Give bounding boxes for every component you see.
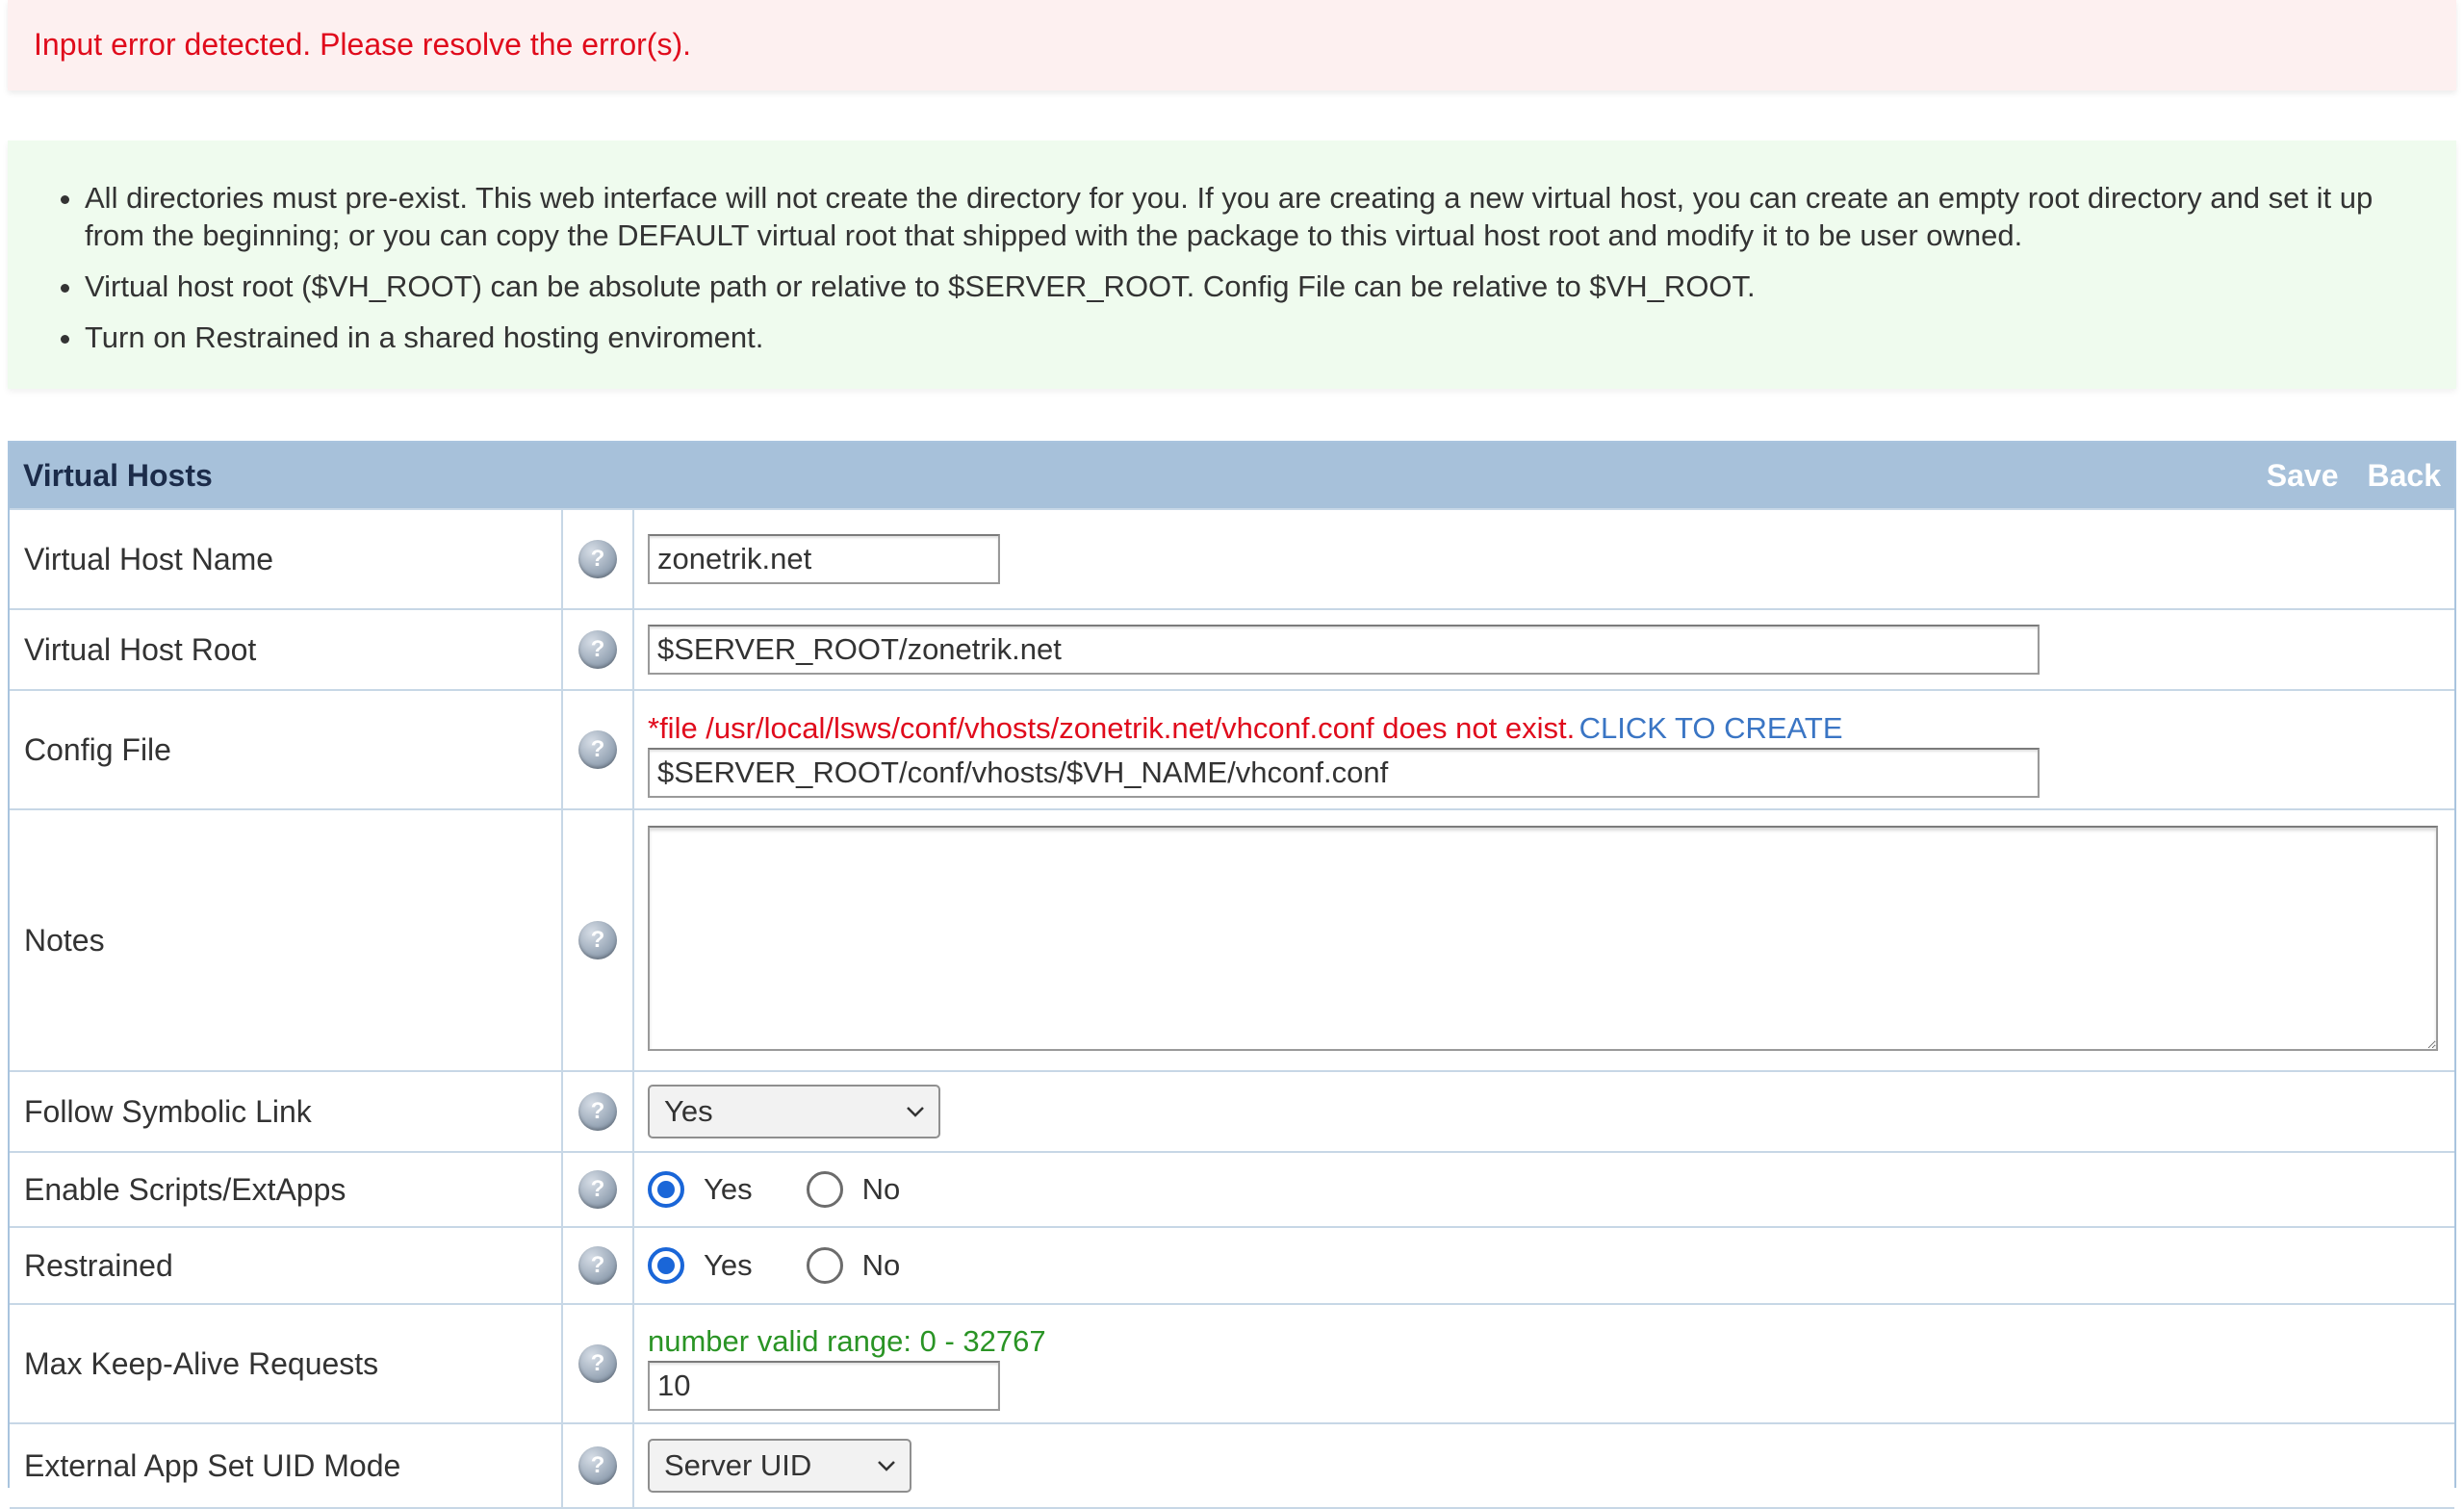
row-label: Virtual Host Name [10,508,563,610]
radio-label: Yes [704,1248,753,1282]
row-label: Restrained [10,1226,563,1305]
info-box: All directories must pre-exist. This web… [8,141,2456,389]
select-value: Server UID [664,1448,812,1482]
table-row: Max Keep-Alive Requests ? number valid r… [10,1303,2454,1424]
setuid-mode-select[interactable]: Server UID [648,1439,911,1493]
restrained-no-radio[interactable] [806,1247,843,1284]
header-actions: Save Back [2267,458,2441,494]
info-item: Virtual host root ($VH_ROOT) can be abso… [85,268,2418,305]
select-value: Yes [664,1094,713,1128]
row-label: Config File [10,689,563,810]
table-row: Virtual Host Name ? [10,508,2454,610]
vhost-root-input[interactable] [648,625,2040,675]
follow-symlink-select[interactable]: Yes [648,1085,940,1138]
table-row: Enable Scripts/ExtApps ? Yes No [10,1151,2454,1228]
help-icon[interactable]: ? [578,730,617,769]
notes-textarea[interactable] [648,825,2438,1051]
restrained-radio-group: Yes No [634,1247,2454,1284]
row-label: Virtual Host Root [10,608,563,691]
table-row: External App Set UID Mode ? Server UID [10,1422,2454,1509]
panel-header: Virtual Hosts Save Back [10,443,2454,508]
table-row: Follow Symbolic Link ? Yes [10,1070,2454,1153]
back-button[interactable]: Back [2368,458,2442,494]
enable-scripts-radio-group: Yes No [634,1171,2454,1208]
radio-label: No [861,1248,901,1282]
max-keepalive-input[interactable] [648,1361,1000,1411]
help-icon[interactable]: ? [578,1446,617,1485]
row-label: External App Set UID Mode [10,1422,563,1509]
help-icon[interactable]: ? [578,921,617,959]
table-row: Restrained ? Yes No [10,1226,2454,1305]
config-file-input[interactable] [648,748,2040,798]
table-row: Virtual Host Root ? [10,608,2454,691]
radio-label: No [861,1172,901,1206]
radio-label: Yes [704,1172,753,1206]
row-label: Max Keep-Alive Requests [10,1303,563,1424]
config-file-error: *file /usr/local/lsws/conf/vhosts/zonetr… [648,711,1576,745]
save-button[interactable]: Save [2267,458,2339,494]
chevron-down-icon [878,1461,895,1471]
info-list: All directories must pre-exist. This web… [8,141,2456,356]
click-to-create-link[interactable]: CLICK TO CREATE [1579,711,1843,745]
vhost-name-input[interactable] [648,534,1000,584]
info-item: Turn on Restrained in a shared hosting e… [85,319,2418,356]
enable-scripts-no-radio[interactable] [806,1171,843,1208]
chevron-down-icon [907,1107,924,1117]
range-hint: number valid range: 0 - 32767 [648,1324,1046,1358]
info-item: All directories must pre-exist. This web… [85,179,2418,254]
help-icon[interactable]: ? [578,540,617,578]
panel-title: Virtual Hosts [23,457,213,493]
error-message: Input error detected. Please resolve the… [34,26,691,62]
help-icon[interactable]: ? [578,1170,617,1209]
help-icon[interactable]: ? [578,1092,617,1131]
help-icon[interactable]: ? [578,1246,617,1285]
help-icon[interactable]: ? [578,1344,617,1383]
error-banner: Input error detected. Please resolve the… [8,0,2456,90]
enable-scripts-yes-radio[interactable] [648,1171,684,1208]
settings-table: Virtual Host Name ? Virtual Host Root ? … [10,508,2454,1509]
row-label: Notes [10,808,563,1072]
row-label: Follow Symbolic Link [10,1070,563,1153]
table-row: Config File ? *file /usr/local/lsws/conf… [10,689,2454,810]
help-icon[interactable]: ? [578,630,617,669]
virtual-hosts-panel: Virtual Hosts Save Back Virtual Host Nam… [8,441,2456,1509]
row-label: Enable Scripts/ExtApps [10,1151,563,1228]
restrained-yes-radio[interactable] [648,1247,684,1284]
table-row: Notes ? [10,808,2454,1072]
